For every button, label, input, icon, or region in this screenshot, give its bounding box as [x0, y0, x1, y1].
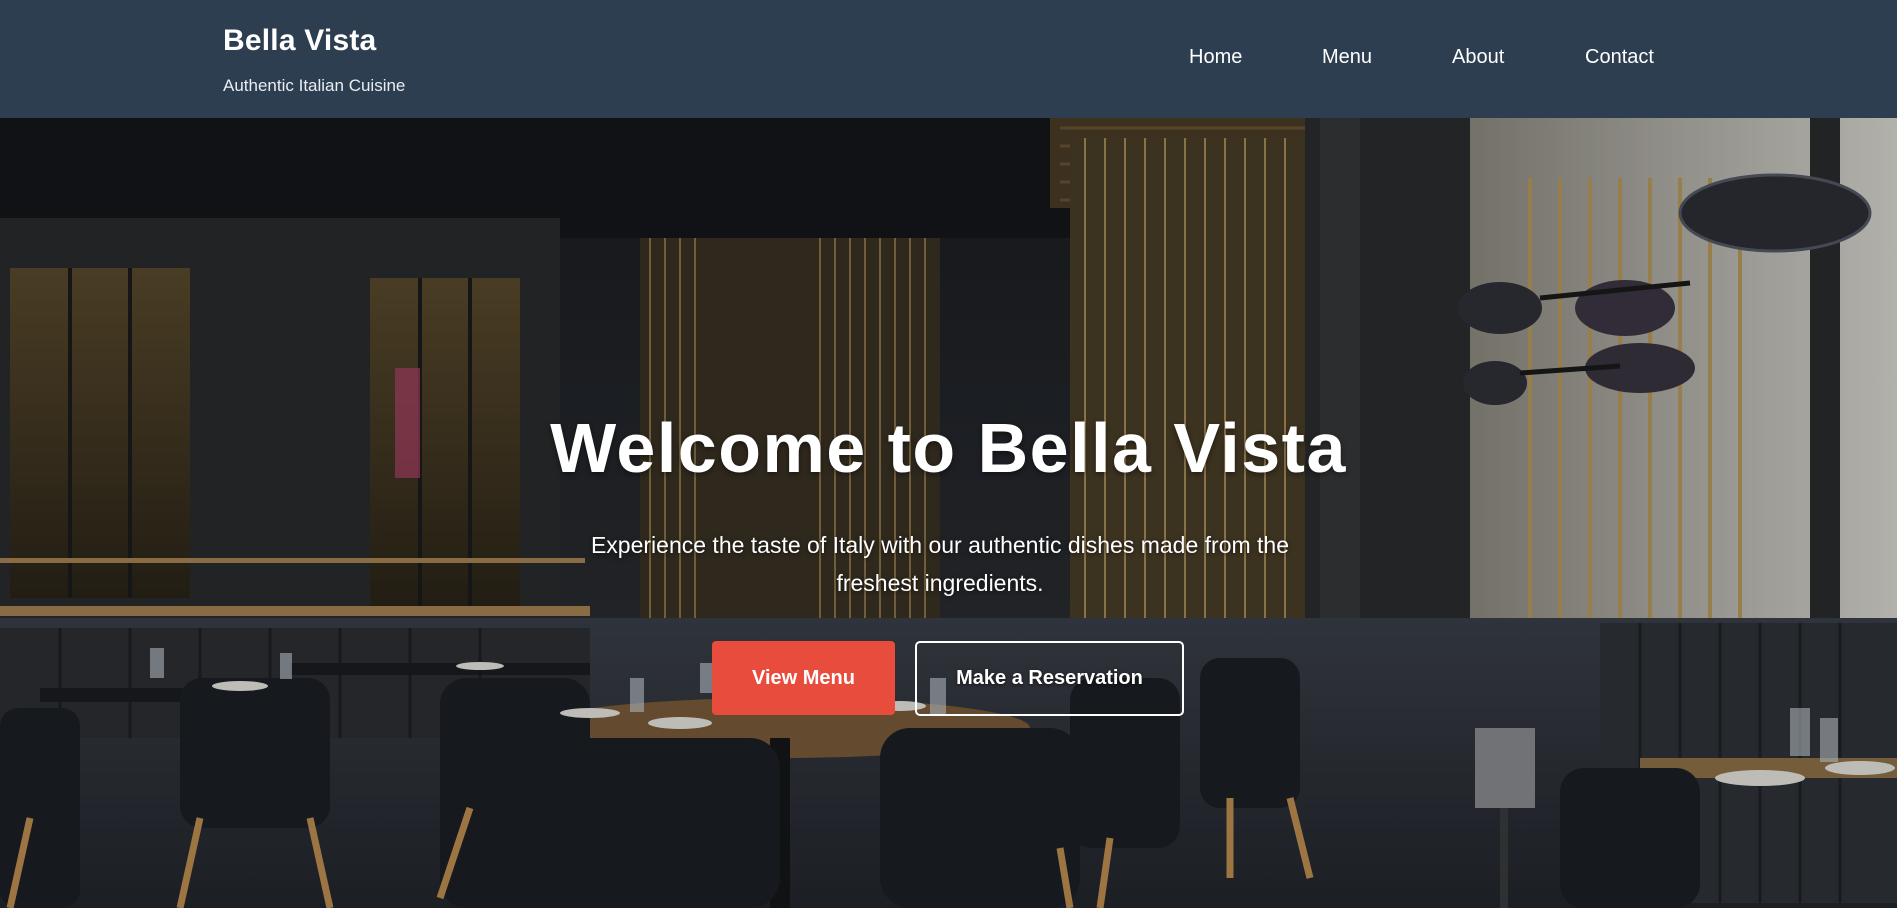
hero-title: Welcome to Bella Vista [550, 409, 1347, 487]
hero-overlay [0, 118, 1897, 908]
brand-tagline: Authentic Italian Cuisine [223, 76, 406, 95]
nav-link-menu[interactable]: Menu [1322, 46, 1372, 69]
hero-section: Welcome to Bella Vista Experience the ta… [0, 118, 1897, 908]
nav-link-contact[interactable]: Contact [1585, 46, 1654, 69]
main-nav: Home Menu About Contact [0, 46, 1897, 72]
view-menu-button[interactable]: View Menu [712, 641, 895, 715]
make-reservation-button[interactable]: Make a Reservation [915, 641, 1184, 716]
nav-link-about[interactable]: About [1452, 46, 1504, 69]
hero-subtitle: Experience the taste of Italy with our a… [590, 532, 1290, 596]
nav-link-home[interactable]: Home [1189, 46, 1242, 69]
site-header: Bella Vista Authentic Italian Cuisine Ho… [0, 0, 1897, 118]
